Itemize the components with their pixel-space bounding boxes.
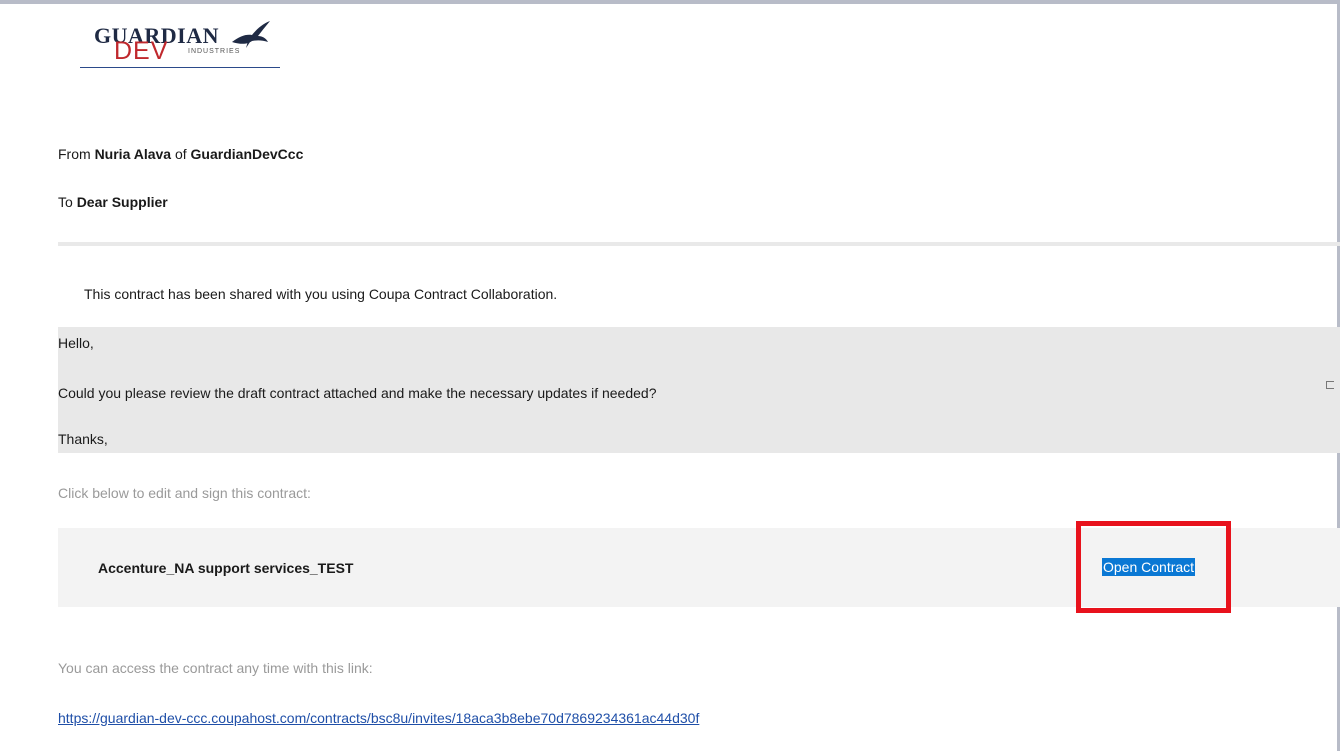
resize-handle[interactable]: [1326, 381, 1334, 389]
contract-url-link[interactable]: https://guardian-dev-ccc.coupahost.com/c…: [58, 710, 699, 726]
from-of: of: [174, 146, 187, 162]
shared-notice: This contract has been shared with you u…: [84, 286, 558, 302]
from-prefix: From: [58, 146, 91, 162]
from-line: From Nuria Alava of GuardianDevCcc: [58, 146, 303, 162]
open-contract-link[interactable]: Open Contract: [1102, 558, 1196, 576]
guardian-dev-logo: GUARDIAN DEV INDUSTRIES: [80, 20, 280, 70]
recipient-name: Dear Supplier: [76, 194, 168, 210]
logo-dev-text: DEV: [114, 37, 169, 65]
to-line: To Dear Supplier: [58, 194, 168, 210]
edit-sign-instructions: Click below to edit and sign this contra…: [58, 485, 311, 501]
to-prefix: To: [58, 194, 73, 210]
email-view: GUARDIAN DEV INDUSTRIES From Nuria Alava…: [0, 0, 1340, 751]
eagle-icon: [232, 21, 270, 48]
sender-org: GuardianDevCcc: [190, 146, 304, 162]
message-closing: Thanks,: [58, 431, 108, 447]
access-instructions: You can access the contract any time wit…: [58, 660, 373, 676]
header-divider: [58, 242, 1340, 246]
message-body: Could you please review the draft contra…: [58, 385, 657, 401]
message-box: Hello, Could you please review the draft…: [58, 327, 1340, 453]
sender-name: Nuria Alava: [94, 146, 172, 162]
logo-underline: [80, 67, 280, 68]
contract-name: Accenture_NA support services_TEST: [98, 560, 354, 576]
message-greeting: Hello,: [58, 335, 94, 351]
